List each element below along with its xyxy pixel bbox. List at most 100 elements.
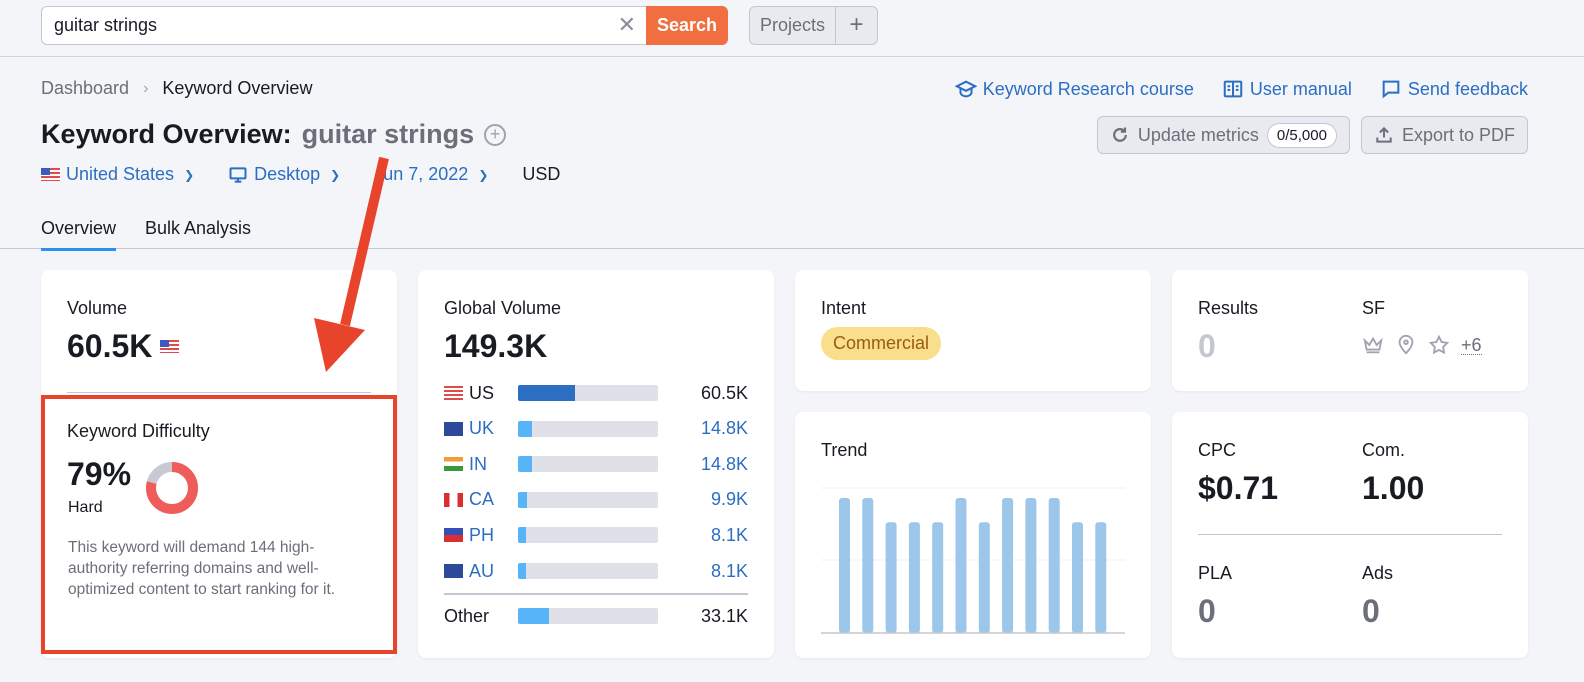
country-volume-value[interactable]: 8.1K [711, 525, 748, 546]
tab-overview[interactable]: Overview [41, 218, 117, 251]
projects-button[interactable]: Projects [750, 7, 835, 44]
other-volume-bar [518, 608, 658, 624]
global-volume-label: Global Volume [444, 298, 562, 318]
add-project-button[interactable]: + [835, 7, 877, 44]
volume-label: Volume [67, 298, 128, 318]
close-icon[interactable]: ✕ [618, 14, 636, 36]
cpc-card: CPC $0.71 Com. 1.00 PLA 0 Ads 0 [1172, 412, 1528, 658]
volume-card: Volume 60.5K Keyword Difficulty 79% Hard… [41, 270, 397, 658]
book-icon [1223, 80, 1243, 98]
export-pdf-label: Export to PDF [1401, 124, 1515, 145]
country-volume-bar-fill [518, 527, 526, 544]
country-volume-bar-fill [518, 420, 532, 437]
tab-bulk-analysis[interactable]: Bulk Analysis [145, 218, 251, 248]
other-value: 33.1K [700, 605, 748, 626]
difficulty-donut-chart [146, 462, 198, 514]
country-code[interactable]: UK [469, 418, 517, 439]
trend-bar[interactable] [1002, 498, 1014, 633]
com-value: 1.00 [1362, 470, 1425, 506]
country-volume-bar [518, 527, 658, 544]
search-bar: ✕ Search [41, 6, 728, 45]
page-title: Keyword Overview: guitar strings + [41, 119, 507, 150]
chevron-right-icon: › [143, 79, 149, 97]
export-pdf-button[interactable]: Export to PDF [1360, 116, 1528, 154]
breadcrumb: Dashboard › Keyword Overview [41, 78, 312, 99]
device-label: Desktop [254, 164, 321, 184]
plus-circle-icon[interactable]: + [484, 123, 507, 146]
message-icon [1382, 80, 1400, 99]
country-code[interactable]: AU [469, 561, 517, 582]
crown-icon[interactable] [1362, 334, 1384, 356]
sf-more-link[interactable]: +6 [1461, 336, 1482, 355]
currency-label: USD [522, 164, 561, 184]
device-selector[interactable]: Desktop ❯ [228, 164, 340, 185]
pla-value: 0 [1198, 593, 1216, 629]
keyword-difficulty-value: 79% [67, 456, 132, 492]
country-selector[interactable]: United States ❯ [41, 164, 194, 185]
trend-bar[interactable] [1095, 522, 1107, 633]
refresh-icon [1112, 127, 1127, 142]
country-volume-value[interactable]: 9.9K [711, 489, 748, 510]
cpc-label: CPC [1198, 440, 1237, 460]
graduation-cap-icon [954, 80, 977, 98]
global-volume-row-ca[interactable]: CA 9.9K [444, 489, 748, 511]
trend-bar[interactable] [1025, 498, 1037, 633]
search-button[interactable]: Search [646, 6, 728, 45]
ads-label: Ads [1362, 563, 1394, 583]
keyword-research-course-link[interactable]: Keyword Research course [954, 78, 1194, 100]
global-volume-row-in[interactable]: IN 14.8K [444, 453, 748, 475]
ca-flag-icon [444, 492, 463, 507]
other-label: Other [444, 605, 490, 626]
top-bar: ✕ Search Projects + [0, 0, 1584, 57]
location-pin-icon[interactable] [1395, 334, 1417, 356]
trend-bar[interactable] [1072, 522, 1083, 633]
filters-bar: United States ❯ Desktop ❯ Jun 7, 2022 ❯ … [41, 164, 560, 185]
ph-flag-icon [444, 528, 463, 543]
country-volume-value: 60.5K [700, 382, 748, 403]
trend-bar[interactable] [955, 498, 967, 633]
search-input[interactable] [41, 6, 646, 45]
update-metrics-counter: 0/5,000 [1266, 122, 1337, 148]
global-volume-value: 149.3K [444, 328, 548, 364]
country-volume-bar-fill [518, 456, 532, 473]
divider [444, 593, 748, 595]
country-volume-bar [518, 420, 658, 437]
trend-bar[interactable] [1048, 498, 1060, 633]
country-volume-value[interactable]: 14.8K [701, 454, 748, 475]
trend-chart [821, 487, 1125, 634]
keyword-difficulty-level: Hard [68, 499, 103, 516]
trend-bar[interactable] [839, 498, 850, 633]
trend-bar[interactable] [885, 522, 897, 633]
country-code[interactable]: IN [469, 454, 517, 475]
country-code[interactable]: PH [469, 525, 517, 546]
divider [67, 392, 371, 393]
keyword-difficulty-label: Keyword Difficulty [67, 421, 210, 441]
help-links: Keyword Research course User manual Send… [954, 78, 1528, 100]
trend-bar[interactable] [978, 522, 990, 633]
chevron-down-icon: ❯ [478, 167, 489, 182]
results-label: Results [1198, 298, 1259, 318]
country-code[interactable]: CA [469, 489, 517, 510]
trend-card: Trend [795, 412, 1151, 658]
date-selector[interactable]: Jun 7, 2022 ❯ [374, 164, 488, 185]
breadcrumb-dashboard[interactable]: Dashboard [41, 78, 129, 99]
country-volume-value[interactable]: 8.1K [711, 561, 748, 582]
trend-bar[interactable] [862, 498, 874, 633]
pla-label: PLA [1198, 563, 1233, 583]
country-code: US [469, 382, 495, 403]
results-value: 0 [1198, 328, 1216, 364]
send-feedback-link[interactable]: Send feedback [1380, 78, 1528, 100]
trend-bar[interactable] [932, 522, 944, 633]
update-metrics-button[interactable]: Update metrics 0/5,000 [1096, 116, 1350, 154]
cpc-value: $0.71 [1198, 470, 1279, 506]
global-volume-row-ph[interactable]: PH 8.1K [444, 524, 748, 546]
trend-label: Trend [821, 440, 868, 460]
star-icon[interactable] [1428, 334, 1450, 356]
global-volume-row-au[interactable]: AU 8.1K [444, 560, 748, 582]
country-volume-value[interactable]: 14.8K [701, 418, 748, 439]
global-volume-row-uk[interactable]: UK 14.8K [444, 418, 748, 440]
trend-bar[interactable] [908, 522, 920, 633]
user-manual-link[interactable]: User manual [1222, 78, 1352, 100]
country-volume-bar [518, 456, 658, 473]
tabs: Overview Bulk Analysis [0, 210, 1584, 251]
